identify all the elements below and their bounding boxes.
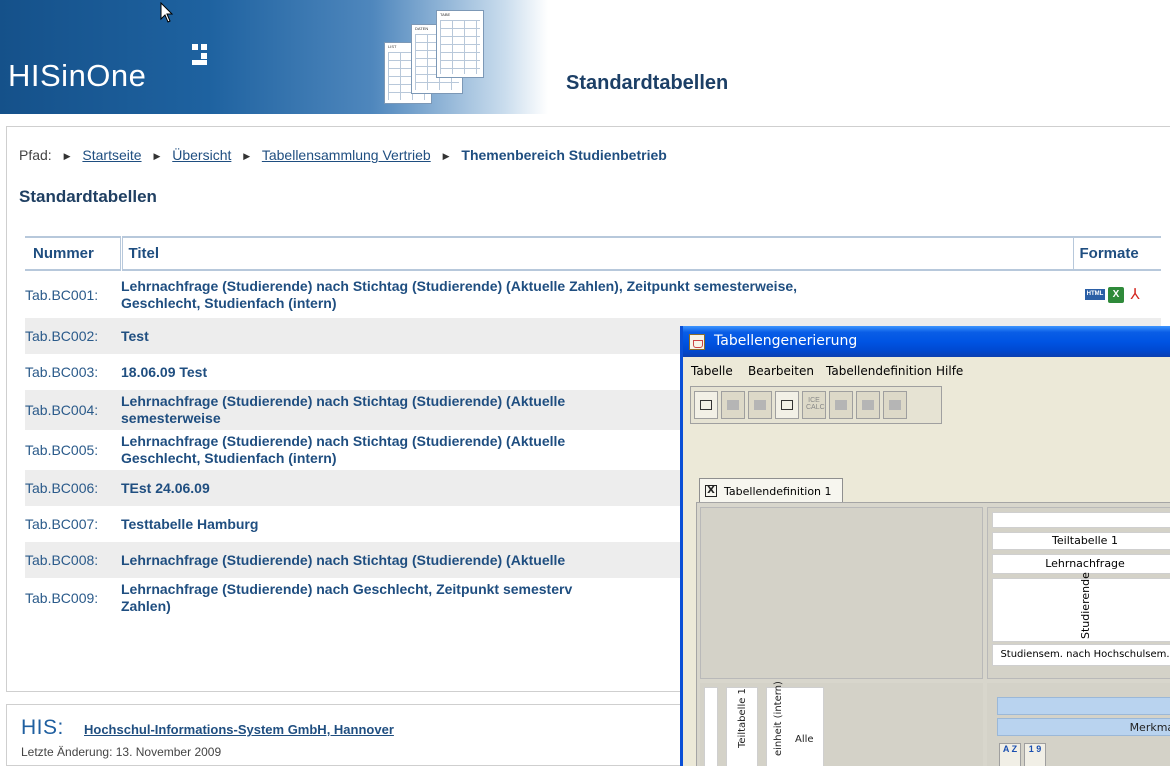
- logo-dots-icon: [192, 44, 214, 66]
- table-view-button[interactable]: [829, 391, 853, 419]
- save-icon: [754, 400, 766, 410]
- sort-19-button[interactable]: 1 9: [1024, 743, 1046, 766]
- open-button[interactable]: [721, 391, 745, 419]
- breadcrumb-link-startseite[interactable]: Startseite: [82, 147, 141, 163]
- column-header-formats: Formate: [1072, 236, 1161, 271]
- table-number-cell: Tab.BC009:: [25, 590, 99, 606]
- table-number-cell: Tab.BC002:: [25, 318, 121, 354]
- table-number-cell: Tab.BC001:: [25, 286, 99, 303]
- merkmale-bar: [997, 697, 1170, 715]
- corner-pane: [700, 507, 983, 679]
- header-banner: HISinOne LIST DATEN TABE: [0, 0, 548, 114]
- new-document-icon: [700, 400, 712, 410]
- section-title: Standardtabellen: [19, 187, 157, 206]
- data-pane: Merkmale A Z 1 9: [987, 683, 1170, 766]
- his-company-link[interactable]: Hochschul-Informations-System GmbH, Hann…: [84, 722, 394, 737]
- window-titlebar[interactable]: Tabellengenerierung: [683, 326, 1170, 357]
- sort-numeric-icon: 1 9: [1028, 744, 1042, 754]
- tabellengenerierung-window[interactable]: Tabellengenerierung Tabelle Bearbeiten T…: [680, 326, 1170, 766]
- table-icon: [835, 400, 847, 410]
- table-row: Tab.BC001: Lehrnachfrage (Studierende) n…: [25, 270, 1161, 318]
- column-header-pane: Teiltabelle 1 Lehrnachfrage Studierende …: [987, 507, 1170, 679]
- table-number-cell: Tab.BC003:: [25, 364, 99, 380]
- teiltabelle-row-label: Teiltabelle 1: [737, 688, 748, 748]
- sort-az-button[interactable]: A Z: [999, 743, 1021, 766]
- table-title-line: Geschlecht, Studienfach (intern): [121, 294, 337, 311]
- row-header-pane: Teiltabelle 1 einheit (intern) Alle: [700, 681, 983, 766]
- page-header: HISinOne LIST DATEN TABE Standardtabelle…: [0, 0, 1170, 118]
- breadcrumb-link-tabellensammlung[interactable]: Tabellensammlung Vertrieb: [262, 147, 431, 163]
- hisinone-logo[interactable]: HISinOne: [8, 58, 146, 94]
- studierende-cell[interactable]: Studierende: [992, 572, 1170, 642]
- pdf-button[interactable]: [883, 391, 907, 419]
- alle-label: Alle: [795, 734, 814, 745]
- breadcrumb-arrow-icon: ▶: [442, 151, 450, 161]
- einheit-row-label: einheit (intern): [773, 681, 784, 756]
- table-header-row: Nummer Titel Formate: [25, 236, 1161, 271]
- merkmale-header: Merkmale: [997, 718, 1170, 736]
- export-icon: [862, 400, 874, 410]
- last-change-date: Letzte Änderung: 13. November 2009: [21, 745, 222, 759]
- java-app-icon: [689, 334, 705, 350]
- teiltabelle-cell[interactable]: Teiltabelle 1: [992, 532, 1170, 550]
- table-number-cell: Tab.BC008:: [25, 542, 121, 578]
- einheit-row-cell[interactable]: einheit (intern) Alle: [766, 681, 824, 766]
- teiltabelle-row-cell[interactable]: Teiltabelle 1: [726, 687, 758, 766]
- mouse-cursor-icon: [160, 2, 174, 23]
- sort-az-icon: A Z: [1002, 744, 1018, 754]
- page-title: Standardtabellen: [566, 72, 729, 94]
- spreadsheet-illustration: TABE: [436, 10, 484, 78]
- row-header-cell[interactable]: [704, 687, 718, 766]
- his-logo: HIS:: [21, 716, 64, 739]
- table-number-cell: Tab.BC006:: [25, 470, 121, 506]
- column-header-number[interactable]: Nummer: [25, 236, 123, 271]
- save-button[interactable]: [748, 391, 772, 419]
- pdf-icon: [889, 400, 901, 410]
- tab-label: Tabellendefinition 1: [724, 485, 832, 498]
- new-document-button[interactable]: [694, 391, 718, 419]
- breadcrumb-link-uebersicht[interactable]: Übersicht: [172, 147, 231, 163]
- print-icon: [781, 400, 793, 410]
- table-title-link[interactable]: Lehrnachfrage (Studierende) nach Stichta…: [121, 270, 1073, 318]
- menu-bearbeiten[interactable]: Bearbeiten: [748, 364, 814, 378]
- table-title-line: Lehrnachfrage (Studierende) nach Stichta…: [121, 277, 798, 294]
- window-title: Tabellengenerierung: [714, 333, 858, 349]
- table-definition-panel: Teiltabelle 1 Lehrnachfrage Studierende …: [696, 502, 1170, 766]
- merkmale-label: Merkmale: [1129, 721, 1170, 734]
- breadcrumb: Pfad: ▶ Startseite ▶ Übersicht ▶ Tabelle…: [19, 147, 667, 163]
- export-button[interactable]: [856, 391, 880, 419]
- table-number-cell: Tab.BC004:: [25, 390, 121, 430]
- empty-header-cell[interactable]: [992, 512, 1170, 528]
- menu-hilfe[interactable]: Hilfe: [936, 364, 963, 378]
- menu-tabellendefinition[interactable]: Tabellendefinition: [826, 364, 932, 378]
- breadcrumb-arrow-icon: ▶: [153, 151, 161, 161]
- studierende-label: Studierende: [1079, 572, 1092, 639]
- breadcrumb-current: Themenbereich Studienbetrieb: [461, 147, 667, 163]
- menu-tabelle[interactable]: Tabelle: [691, 364, 733, 378]
- studiensem-cell[interactable]: Studiensem. nach Hochschulsem.: [992, 644, 1170, 666]
- ice-calc-button[interactable]: ICE CALC: [802, 391, 826, 419]
- window-menubar: Tabelle Bearbeiten Tabellendefinition Hi…: [683, 357, 1170, 384]
- html-icon[interactable]: HTML: [1085, 289, 1105, 300]
- print-button[interactable]: [775, 391, 799, 419]
- close-tab-icon[interactable]: X: [705, 485, 717, 497]
- open-icon: [727, 400, 739, 410]
- column-header-title[interactable]: Titel: [121, 236, 1073, 271]
- lehrnachfrage-cell[interactable]: Lehrnachfrage: [992, 554, 1170, 574]
- breadcrumb-arrow-icon: ▶: [243, 151, 251, 161]
- window-toolbar: ICE CALC: [690, 386, 942, 424]
- ice-calc-icon: ICE CALC: [806, 397, 825, 411]
- excel-icon[interactable]: X: [1108, 286, 1124, 303]
- pdf-icon[interactable]: ⅄: [1127, 286, 1143, 303]
- table-number-cell: Tab.BC005:: [25, 442, 99, 458]
- table-number-cell: Tab.BC007:: [25, 516, 99, 532]
- format-icons-cell: HTML X ⅄: [1073, 270, 1161, 318]
- tab-tabellendefinition-1[interactable]: X Tabellendefinition 1: [699, 478, 843, 502]
- breadcrumb-prefix: Pfad:: [19, 147, 52, 163]
- breadcrumb-arrow-icon: ▶: [63, 151, 71, 161]
